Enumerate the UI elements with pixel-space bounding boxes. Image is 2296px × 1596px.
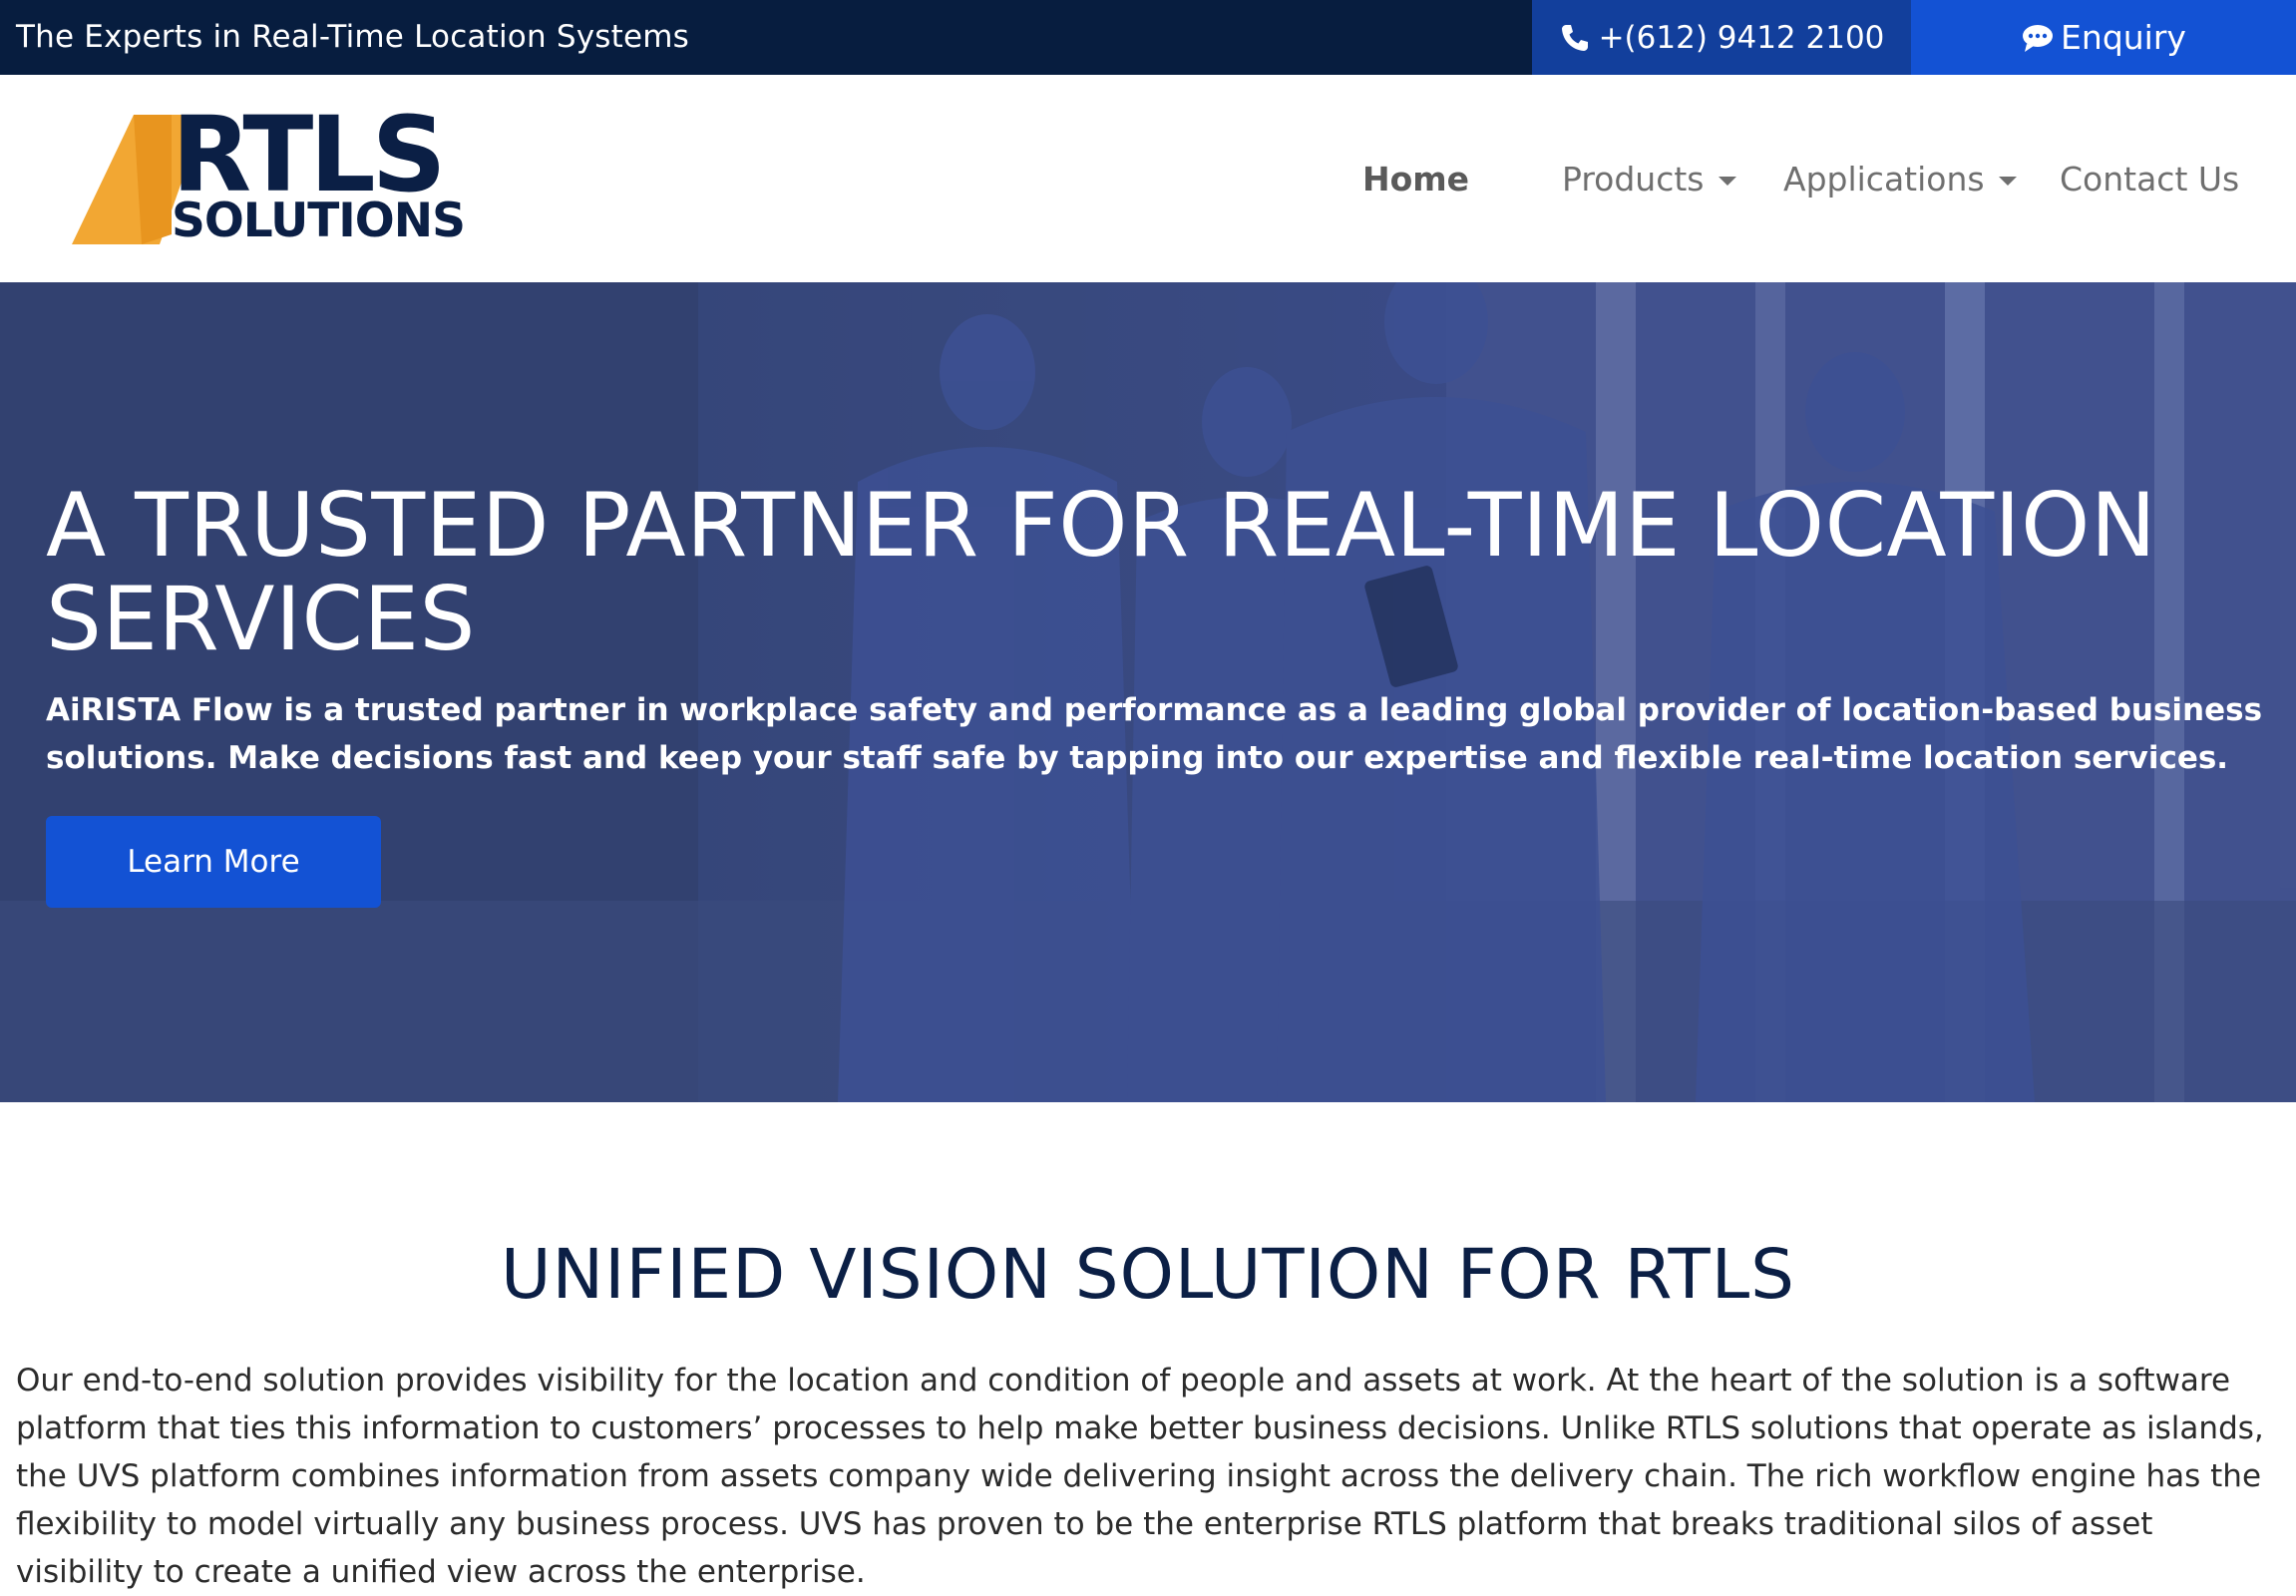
chevron-down-icon xyxy=(1718,177,1736,186)
hero-title: A TRUSTED PARTNER FOR REAL-TIME LOCATION… xyxy=(46,474,2157,670)
phone-link[interactable]: +(612) 9412 2100 xyxy=(1532,0,1911,75)
section-body: Our end-to-end solution provides visibil… xyxy=(16,1363,2264,1590)
top-bar: The Experts in Real-Time Location System… xyxy=(0,0,2296,75)
nav-products[interactable]: Products xyxy=(1562,160,1736,199)
nav-applications-label: Applications xyxy=(1783,160,1985,199)
site-header: RTLS SOLUTIONS Home Products Application… xyxy=(0,75,2296,282)
nav-applications[interactable]: Applications xyxy=(1783,160,2017,199)
nav-contact-us[interactable]: Contact Us xyxy=(2060,160,2239,199)
enquiry-label: Enquiry xyxy=(2061,18,2186,57)
hero-banner: A TRUSTED PARTNER FOR REAL-TIME LOCATION… xyxy=(0,282,2296,1102)
hero-description: AiRISTA Flow is a trusted partner in wor… xyxy=(46,692,2263,776)
section-title: UNIFIED VISION SOLUTION FOR RTLS xyxy=(501,1235,1795,1315)
phone-number: +(612) 9412 2100 xyxy=(1598,19,1885,56)
nav-home[interactable]: Home xyxy=(1362,160,1469,199)
learn-more-button[interactable]: Learn More xyxy=(46,816,381,908)
enquiry-button[interactable]: Enquiry xyxy=(1911,0,2296,75)
chevron-down-icon xyxy=(1998,177,2017,186)
rtls-solutions-logo[interactable]: RTLS SOLUTIONS xyxy=(72,94,501,248)
nav-products-label: Products xyxy=(1562,160,1705,199)
logo-text-solutions: SOLUTIONS xyxy=(172,194,466,248)
phone-icon xyxy=(1559,22,1591,54)
chat-bubble-icon xyxy=(2021,22,2054,54)
tagline: The Experts in Real-Time Location System… xyxy=(16,19,690,55)
